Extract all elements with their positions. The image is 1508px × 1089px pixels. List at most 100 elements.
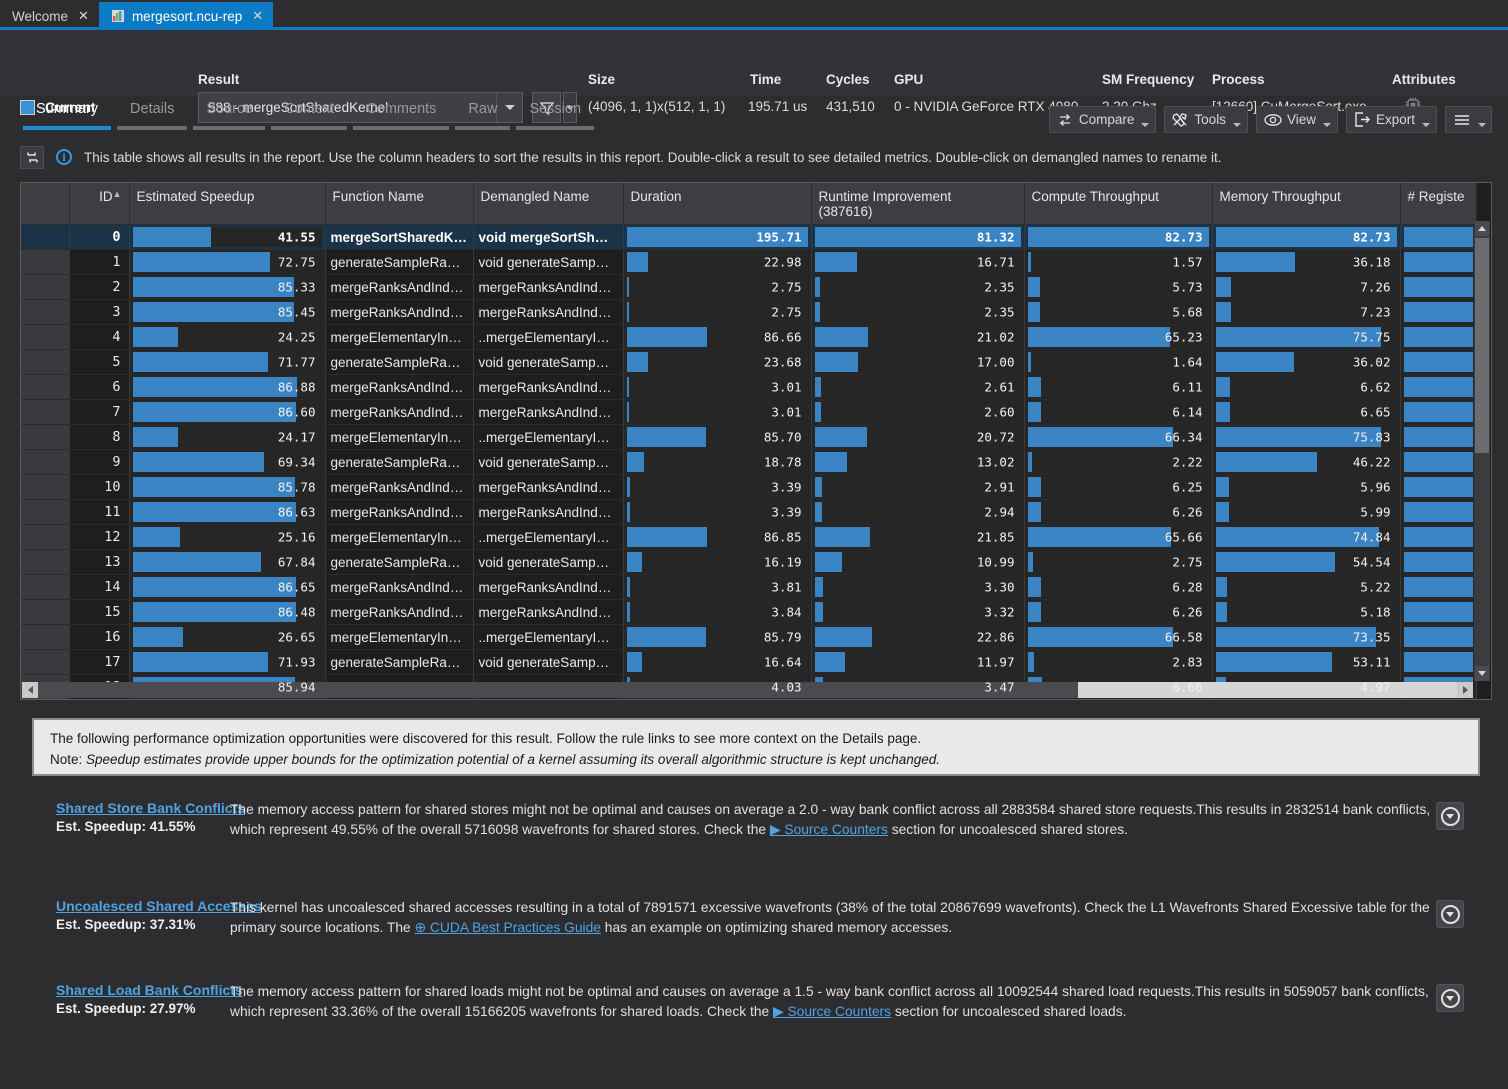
table-row[interactable]: 1486.65mergeRanksAndInd…mergeRanksAndInd…: [21, 575, 1476, 600]
table-row[interactable]: 385.45mergeRanksAndInd…mergeRanksAndInd……: [21, 300, 1476, 325]
table-row[interactable]: 686.88mergeRanksAndInd…mergeRanksAndInd……: [21, 375, 1476, 400]
tab-welcome[interactable]: Welcome ✕: [0, 2, 99, 30]
table-row[interactable]: 1225.16mergeElementaryIn…..mergeElementa…: [21, 525, 1476, 550]
table-row[interactable]: 1771.93generateSampleRa…void generateSam…: [21, 650, 1476, 675]
table-row[interactable]: 285.33mergeRanksAndInd…mergeRanksAndInd……: [21, 275, 1476, 300]
table-row[interactable]: 1626.65mergeElementaryIn…..mergeElementa…: [21, 625, 1476, 650]
bar-track: 65.66: [1028, 527, 1209, 547]
tab-mergesort-report[interactable]: mergesort.ncu-rep ✕: [99, 2, 273, 30]
row-handle[interactable]: [21, 325, 69, 350]
rule-title-link[interactable]: Shared Load Bank Conflicts: [56, 982, 230, 998]
bar-track: 3.39: [627, 502, 808, 522]
horizontal-scroll-thumb[interactable]: [38, 682, 1078, 698]
row-handle[interactable]: [21, 225, 69, 250]
tab-summary[interactable]: Summary: [20, 101, 114, 132]
bar-track: [1404, 577, 1473, 597]
table-row[interactable]: 969.34generateSampleRa…void generateSamp…: [21, 450, 1476, 475]
row-handle[interactable]: [21, 550, 69, 575]
rule-inline-link[interactable]: ⊕ CUDA Best Practices Guide: [415, 920, 601, 935]
column-header-estimated-speedup[interactable]: Estimated Speedup: [129, 183, 325, 225]
row-handle[interactable]: [21, 425, 69, 450]
column-header-function-name[interactable]: Function Name: [325, 183, 473, 225]
scroll-left-button[interactable]: [22, 682, 38, 698]
cell-registers: [1400, 275, 1476, 300]
row-handle[interactable]: [21, 600, 69, 625]
table-vertical-scrollbar[interactable]: [1474, 221, 1490, 681]
rule-expand-button[interactable]: [1436, 900, 1464, 928]
row-handle[interactable]: [21, 300, 69, 325]
tab-summary-label: Summary: [20, 101, 114, 123]
rule-inline-link[interactable]: ▶ Source Counters: [773, 1004, 891, 1019]
export-button[interactable]: Export: [1346, 106, 1437, 133]
cell-memory-throughput: 54.54: [1212, 550, 1400, 575]
cell-runtime-improvement: 21.85: [811, 525, 1024, 550]
cell-demangled-name: void generateSamp…: [473, 550, 623, 575]
row-handle[interactable]: [21, 475, 69, 500]
table-row[interactable]: 1367.84generateSampleRa…void generateSam…: [21, 550, 1476, 575]
row-handle[interactable]: [21, 575, 69, 600]
table-row[interactable]: 1085.78mergeRanksAndInd…mergeRanksAndInd…: [21, 475, 1476, 500]
close-icon[interactable]: ✕: [78, 8, 89, 24]
tools-button[interactable]: Tools: [1164, 106, 1248, 133]
table-row[interactable]: 1186.63mergeRanksAndInd…mergeRanksAndInd…: [21, 500, 1476, 525]
row-handle[interactable]: [21, 375, 69, 400]
column-header-handle[interactable]: [21, 183, 69, 225]
column-header-demangled-name[interactable]: Demangled Name: [473, 183, 623, 225]
row-handle[interactable]: [21, 625, 69, 650]
table-row[interactable]: 571.77generateSampleRa…void generateSamp…: [21, 350, 1476, 375]
row-handle[interactable]: [21, 525, 69, 550]
cell-estimated-speedup: 41.55: [129, 225, 325, 250]
close-icon[interactable]: ✕: [252, 8, 263, 24]
column-header-memory-throughput[interactable]: Memory Throughput: [1212, 183, 1400, 225]
rule-expand-button[interactable]: [1436, 802, 1464, 830]
row-handle[interactable]: [21, 500, 69, 525]
table-row[interactable]: 172.75generateSampleRa…void generateSamp…: [21, 250, 1476, 275]
results-table[interactable]: ID ▲ Estimated Speedup Function Name Dem…: [20, 182, 1492, 700]
transpose-button[interactable]: [20, 146, 44, 169]
column-header-compute-throughput[interactable]: Compute Throughput: [1024, 183, 1212, 225]
rule-title-link[interactable]: Uncoalesced Shared Accesses: [56, 898, 230, 914]
table-horizontal-scrollbar[interactable]: [22, 682, 1473, 698]
row-handle[interactable]: [21, 450, 69, 475]
column-header-runtime-improvement[interactable]: Runtime Improvement (387616): [811, 183, 1024, 225]
view-button[interactable]: View: [1256, 106, 1338, 133]
column-header-duration[interactable]: Duration: [623, 183, 811, 225]
table-row[interactable]: 041.55mergeSortSharedK…void mergeSortSh……: [21, 225, 1476, 250]
compare-button[interactable]: Compare: [1049, 106, 1157, 133]
bar-fill: [627, 402, 630, 422]
bar-fill: [133, 327, 179, 347]
vertical-scroll-thumb[interactable]: [1475, 238, 1489, 453]
row-handle[interactable]: [21, 250, 69, 275]
rule-expand-button[interactable]: [1436, 984, 1464, 1012]
bar-fill: [815, 627, 873, 647]
row-handle[interactable]: [21, 350, 69, 375]
scroll-down-button[interactable]: [1475, 666, 1489, 681]
scroll-right-button[interactable]: [1457, 682, 1473, 698]
cell-runtime-improvement-value: 2.35: [984, 280, 1014, 295]
row-handle[interactable]: [21, 650, 69, 675]
tab-raw[interactable]: Raw: [452, 101, 513, 132]
cell-compute-throughput-value: 5.68: [1172, 305, 1202, 320]
table-row[interactable]: 424.25mergeElementaryIn…..mergeElementar…: [21, 325, 1476, 350]
tab-context[interactable]: Context: [268, 101, 350, 132]
tab-session[interactable]: Session: [513, 101, 597, 132]
bar-track: 6.65: [1216, 402, 1397, 422]
bar-fill: [1028, 252, 1031, 272]
rule-title-link[interactable]: Shared Store Bank Conflicts: [56, 800, 230, 816]
rule-inline-link[interactable]: ▶ Source Counters: [770, 822, 888, 837]
tab-comments[interactable]: Comments: [350, 101, 452, 132]
table-row[interactable]: 824.17mergeElementaryIn…..mergeElementar…: [21, 425, 1476, 450]
cell-duration-value: 18.78: [764, 455, 802, 470]
table-row[interactable]: 1586.48mergeRanksAndInd…mergeRanksAndInd…: [21, 600, 1476, 625]
bar-fill: [1216, 477, 1229, 497]
tab-details[interactable]: Details: [114, 101, 190, 132]
table-row[interactable]: 786.60mergeRanksAndInd…mergeRanksAndInd……: [21, 400, 1476, 425]
column-header-id[interactable]: ID ▲: [69, 183, 129, 225]
overflow-menu-button[interactable]: [1445, 106, 1492, 133]
row-handle[interactable]: [21, 275, 69, 300]
scroll-up-button[interactable]: [1475, 221, 1489, 236]
row-handle[interactable]: [21, 400, 69, 425]
cell-duration: 2.75: [623, 275, 811, 300]
tab-source[interactable]: Source: [190, 101, 268, 132]
column-header-registers[interactable]: # Registe: [1400, 183, 1476, 225]
